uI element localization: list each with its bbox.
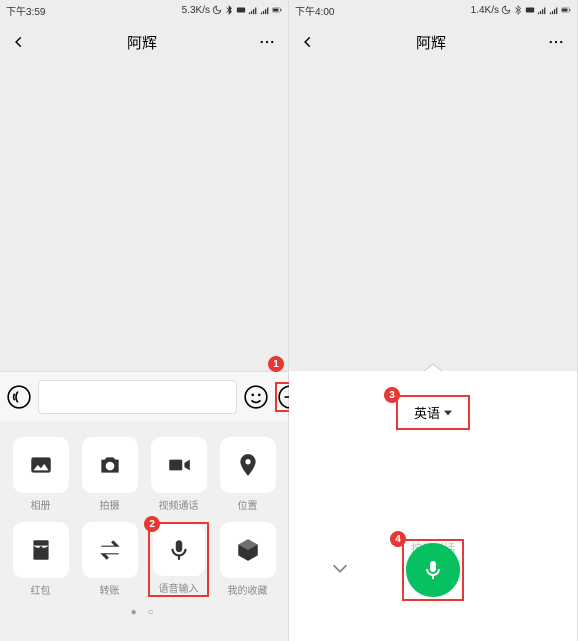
status-bar: 下午4:00 1.4K/s <box>289 0 577 20</box>
chat-title: 阿辉 <box>127 32 157 53</box>
battery-icon <box>561 5 571 15</box>
grid-item-camera[interactable]: 拍摄 <box>79 437 140 512</box>
grid-item-album[interactable]: 相册 <box>10 437 71 512</box>
collapse-button[interactable] <box>329 557 351 584</box>
message-input[interactable] <box>38 380 237 414</box>
status-speed: 1.4K/s <box>471 5 499 16</box>
annotation-badge-2: 2 <box>144 516 160 532</box>
grid-label: 语音输入 <box>159 580 199 595</box>
signal-icon <box>248 5 258 15</box>
grid-item-transfer[interactable]: 转账 <box>79 522 140 597</box>
mic-icon <box>421 558 445 582</box>
grid-label: 我的收藏 <box>228 582 268 597</box>
grid-item-voice-input[interactable]: 2 语音输入 <box>148 522 209 597</box>
more-button[interactable] <box>258 33 276 51</box>
grid-item-favorites[interactable]: 我的收藏 <box>217 522 278 597</box>
page-indicator: ● ○ <box>10 607 278 618</box>
chat-title: 阿辉 <box>416 32 446 53</box>
signal-icon-2 <box>549 5 559 15</box>
screen-left: 1 下午3:59 5.3K/s 阿辉 <box>0 0 289 641</box>
hd-icon <box>525 5 535 15</box>
annotation-badge-4: 4 <box>390 531 406 547</box>
back-button[interactable] <box>301 35 315 49</box>
signal-icon <box>537 5 547 15</box>
grid-item-red-packet[interactable]: 红包 <box>10 522 71 597</box>
status-bar: 下午3:59 5.3K/s <box>0 0 288 20</box>
chat-messages-area[interactable] <box>0 64 288 371</box>
mic-icon <box>166 537 192 563</box>
voice-toggle-button[interactable] <box>6 382 32 412</box>
emoji-button[interactable] <box>243 382 269 412</box>
cube-icon <box>235 537 261 563</box>
chat-messages-area[interactable] <box>289 64 577 371</box>
hold-to-talk-button[interactable] <box>406 543 460 597</box>
grid-label: 相册 <box>31 497 51 512</box>
red-packet-icon <box>28 537 54 563</box>
language-selector[interactable]: 3 英语 <box>396 395 470 430</box>
nav-bar: 阿辉 <box>0 20 288 64</box>
voice-input-panel: 3 英语 按住说话 4 <box>289 371 577 641</box>
grid-label: 红包 <box>31 582 51 597</box>
moon-icon <box>501 5 511 15</box>
nav-bar: 阿辉 <box>289 20 577 64</box>
attachment-panel: 相册 拍摄 视频通话 位置 红包 转账 2 <box>0 421 288 641</box>
more-button[interactable] <box>547 33 565 51</box>
status-speed: 5.3K/s <box>182 5 210 16</box>
grid-label: 转账 <box>100 582 120 597</box>
camera-icon <box>97 452 123 478</box>
screen-right: 下午4:00 1.4K/s 阿辉 3 英语 按住说话 <box>289 0 578 641</box>
status-time: 下午4:00 <box>295 3 334 18</box>
grid-item-location[interactable]: 位置 <box>217 437 278 512</box>
back-button[interactable] <box>12 35 26 49</box>
input-bar <box>0 371 288 421</box>
signal-icon-2 <box>260 5 270 15</box>
annotation-badge-1: 1 <box>268 356 284 372</box>
transfer-icon <box>97 537 123 563</box>
album-icon <box>28 452 54 478</box>
bluetooth-icon <box>224 5 234 15</box>
dropdown-icon <box>444 409 452 417</box>
annotation-badge-3: 3 <box>384 387 400 403</box>
moon-icon <box>212 5 222 15</box>
status-time: 下午3:59 <box>6 3 45 18</box>
mic-button-highlight: 4 <box>402 539 464 601</box>
video-icon <box>166 452 192 478</box>
location-icon <box>235 452 261 478</box>
hd-icon <box>236 5 246 15</box>
grid-label: 视频通话 <box>159 497 199 512</box>
grid-label: 位置 <box>238 497 258 512</box>
grid-label: 拍摄 <box>100 497 120 512</box>
battery-icon <box>272 5 282 15</box>
grid-item-video-call[interactable]: 视频通话 <box>148 437 209 512</box>
language-label: 英语 <box>414 403 440 422</box>
bluetooth-icon <box>513 5 523 15</box>
